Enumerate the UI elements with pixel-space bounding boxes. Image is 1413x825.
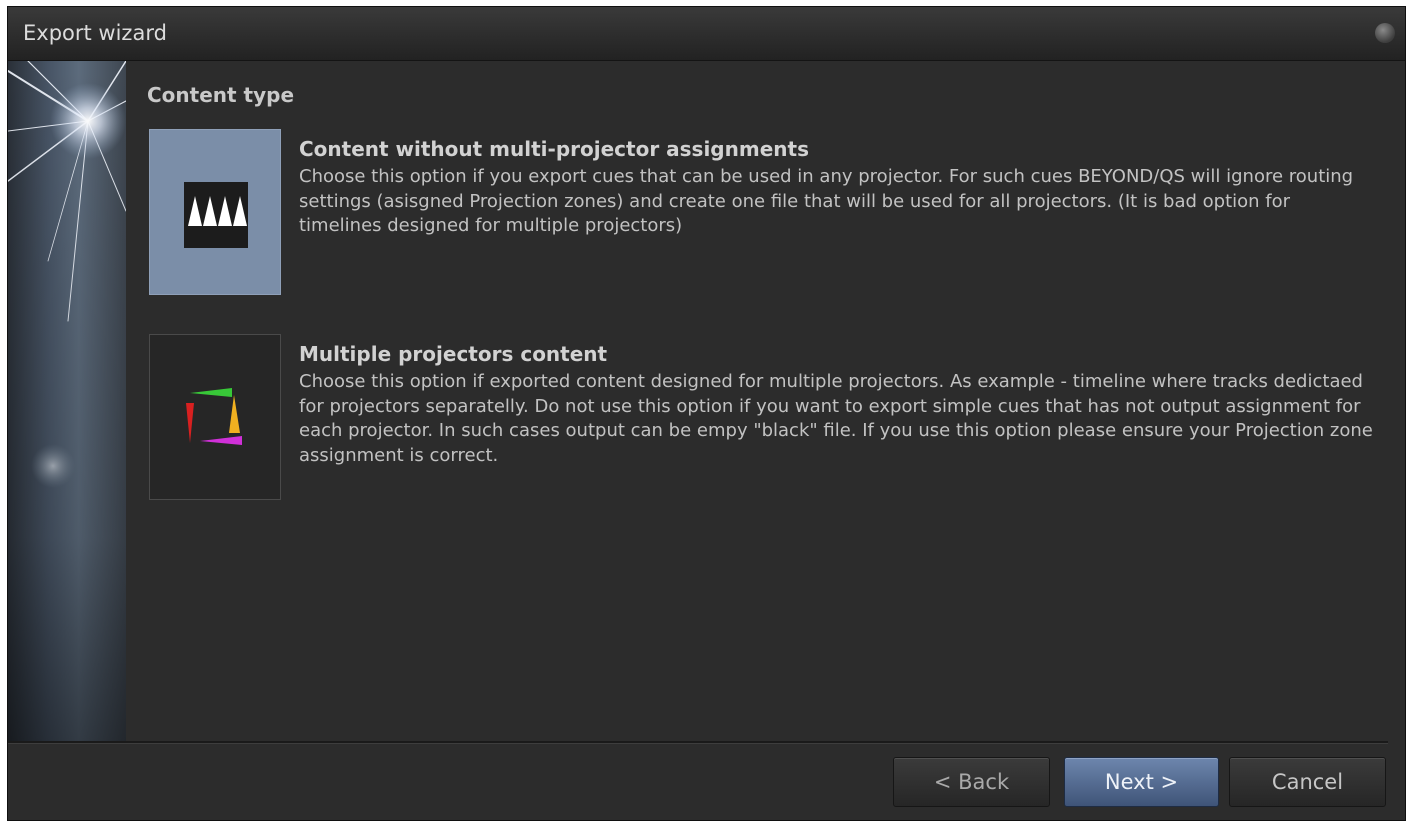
title-bar[interactable]: Export wizard (8, 7, 1405, 61)
option-title: Multiple projectors content (299, 342, 608, 366)
option-description: Choose this option if exported content d… (299, 371, 1373, 466)
option-thumb[interactable] (149, 334, 281, 500)
back-button[interactable]: < Back (893, 757, 1050, 807)
window-title: Export wizard (23, 21, 167, 45)
option-multiple-projectors[interactable]: Multiple projectors content Choose this … (149, 334, 1373, 500)
multi-projector-icon (186, 388, 242, 445)
single-projector-icon (184, 182, 248, 248)
page-heading: Content type (147, 83, 295, 107)
starburst-icon (8, 61, 126, 741)
wizard-banner-image (8, 61, 126, 741)
option-title: Content without multi-projector assignme… (299, 137, 809, 161)
option-single-projector[interactable]: Content without multi-projector assignme… (149, 129, 1369, 297)
next-button[interactable]: Next > (1064, 757, 1219, 807)
footer-divider (8, 741, 1388, 744)
export-wizard-window: Export wizard Content type Content witho… (7, 6, 1406, 821)
window-control-icon[interactable] (1375, 23, 1395, 43)
cancel-button[interactable]: Cancel (1229, 757, 1386, 807)
option-description: Choose this option if you export cues th… (299, 166, 1354, 236)
option-thumb-selected[interactable] (149, 129, 281, 295)
